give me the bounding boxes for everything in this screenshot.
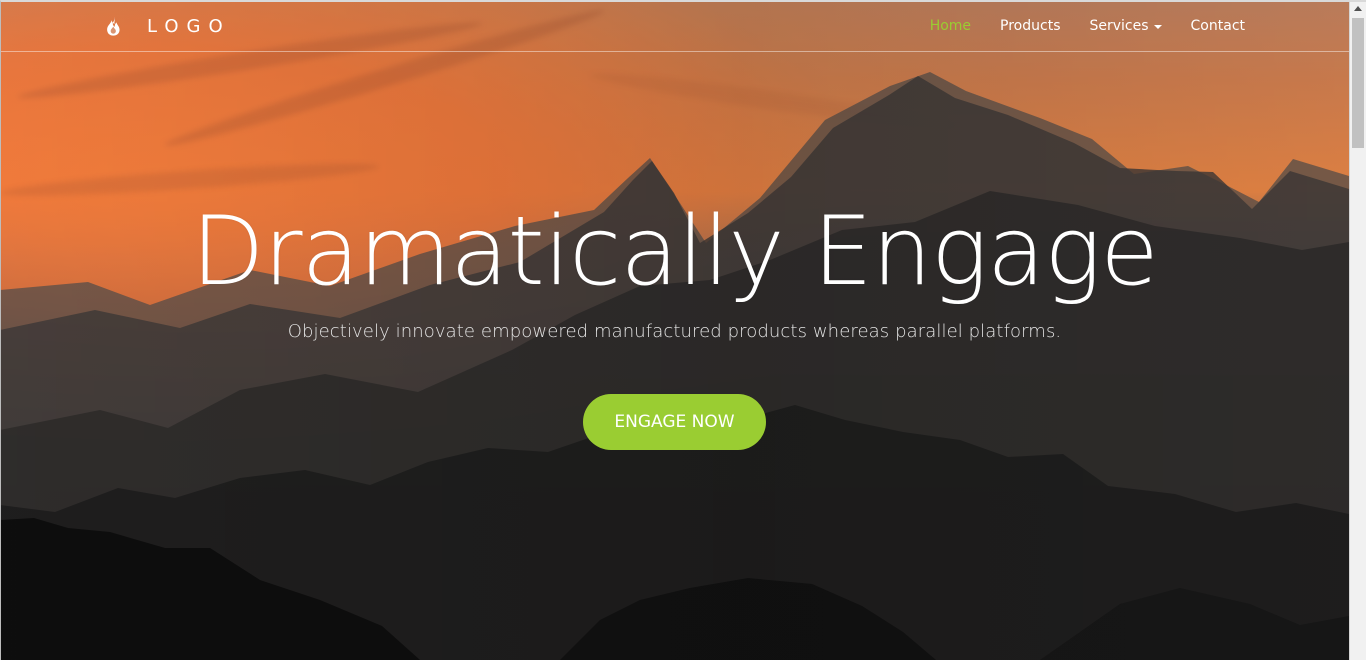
brand-logo[interactable]: LOGO — [103, 15, 231, 37]
caret-down-icon — [1153, 25, 1162, 29]
hero-subtitle: Objectively innovate empowered manufactu… — [287, 320, 1062, 342]
engage-now-button[interactable]: ENGAGE NOW — [583, 393, 766, 450]
hero-content: Dramatically Engage Objectively innovate… — [0, 200, 1349, 450]
main-menu: Home Products Services Contact — [930, 0, 1245, 52]
top-navigation: LOGO Home Products Services Contact — [0, 0, 1349, 52]
nav-services-link[interactable]: Services — [1089, 18, 1162, 34]
browser-viewport: LOGO Home Products Services Contact Dram… — [0, 0, 1366, 660]
nav-products-link[interactable]: Products — [1000, 18, 1060, 34]
scroll-up-arrow-icon[interactable] — [1354, 6, 1362, 11]
vertical-scrollbar[interactable] — [1349, 0, 1366, 660]
nav-services-label: Services — [1089, 18, 1149, 34]
nav-contact-link[interactable]: Contact — [1191, 18, 1245, 34]
fire-icon — [107, 16, 120, 36]
nav-home-link[interactable]: Home — [930, 18, 971, 34]
scrollbar-thumb[interactable] — [1352, 18, 1364, 148]
hero-headline: Dramatically Engage — [191, 197, 1158, 307]
hero-section: LOGO Home Products Services Contact Dram… — [0, 0, 1349, 660]
logo-text: LOGO — [147, 15, 231, 37]
